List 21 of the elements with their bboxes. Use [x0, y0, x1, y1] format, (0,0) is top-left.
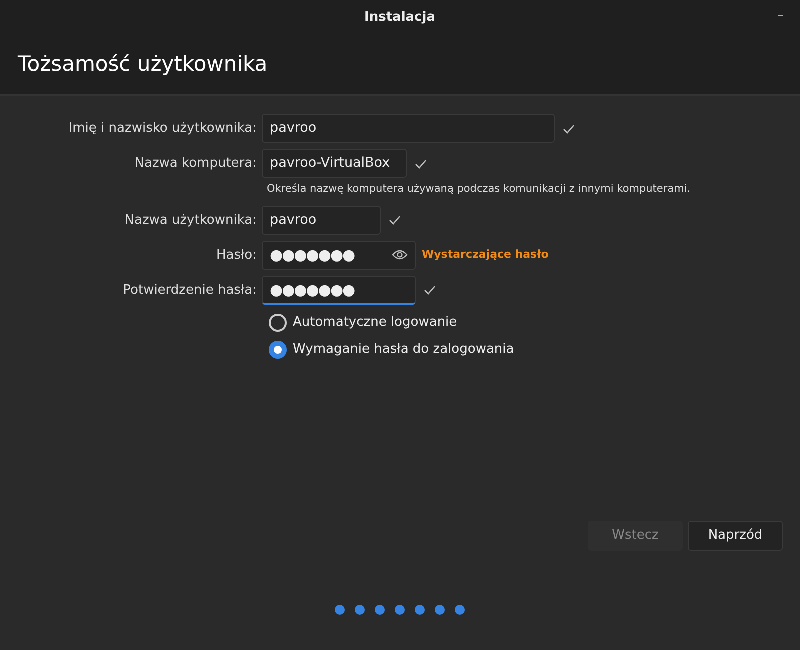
next-button[interactable]: Naprzód: [688, 521, 783, 551]
input-field[interactable]: ●●●●●●●: [262, 276, 416, 305]
field-hint: Określa nazwę komputera używaną podczas komunikacji z innymi komputerami.: [267, 182, 692, 197]
eye-icon[interactable]: [392, 249, 408, 262]
input-field[interactable]: pavroo-VirtualBox: [262, 149, 407, 178]
window-title: Instalacja: [364, 8, 436, 27]
radio-button[interactable]: [269, 341, 287, 359]
password-field[interactable]: ●●●●●●●: [262, 240, 416, 270]
field-label: Hasło:: [215, 246, 258, 264]
radio-button[interactable]: [269, 314, 287, 332]
radio-label[interactable]: Wymaganie hasła do zalogowania: [293, 340, 514, 360]
input-field[interactable]: pavroo: [262, 206, 381, 235]
password-strength: Wystarczające hasło: [422, 247, 549, 263]
input-field[interactable]: pavroo: [262, 114, 555, 143]
field-label: Nazwa komputera:: [134, 154, 258, 173]
minimize-button[interactable]: –: [778, 6, 784, 26]
radio-label[interactable]: Automatyczne logowanie: [293, 312, 458, 332]
field-label: Nazwa użytkownika:: [124, 212, 258, 230]
field-label: Potwierdzenie hasła:: [122, 282, 258, 300]
field-label: Imię i nazwisko użytkownika:: [68, 120, 258, 138]
page-title: Tożsamość użytkownika: [18, 50, 268, 78]
